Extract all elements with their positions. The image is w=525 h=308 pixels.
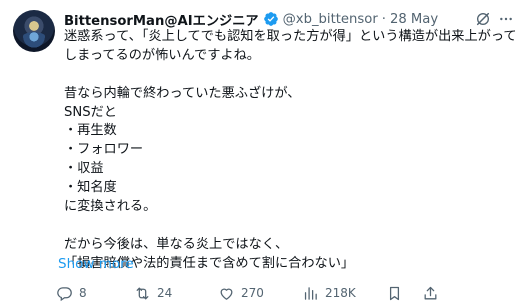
tweet-text-line: に変換される。: [64, 199, 157, 215]
tweet-header: BittensorMan@AIエンジニア @xb_bittensor · 28 …: [64, 9, 515, 29]
separator-dot: ·: [381, 11, 386, 27]
tweet-text: 迷惑系って、「炎上してでも認知を取った方が得」という構造が出来上がって しまってる…: [64, 28, 517, 274]
verified-badge-icon: [263, 12, 278, 26]
views-count: 218K: [325, 286, 356, 300]
action-bar: 8 24 270 218K: [56, 282, 517, 304]
tweet-text-line: だから今後は、単なる炎上ではなく、: [64, 236, 289, 252]
reply-count: 8: [79, 286, 87, 300]
tweet-text-line: ・再生数: [64, 123, 117, 139]
like-count: 270: [241, 286, 264, 300]
repost-button[interactable]: 24: [134, 282, 172, 304]
avatar-figure: [20, 32, 48, 48]
tweet-date[interactable]: 28 May: [390, 12, 438, 27]
bookmark-icon: [389, 286, 400, 300]
share-icon: [424, 286, 437, 299]
tweet-text-line: 昔なら内輪で終わっていた悪ふざけが、: [64, 85, 301, 101]
tweet-text-line: ・知名度: [64, 180, 117, 196]
views-button[interactable]: 218K: [302, 282, 356, 304]
author-handle[interactable]: @xb_bittensor: [283, 12, 378, 27]
grok-icon[interactable]: [475, 11, 491, 27]
repost-count: 24: [157, 286, 173, 300]
views-chart-icon: [304, 286, 317, 300]
avatar[interactable]: [13, 10, 55, 52]
more-options-icon[interactable]: [497, 11, 515, 27]
bookmark-button[interactable]: [386, 282, 403, 304]
tweet-text-line: ・フォロワー: [64, 142, 144, 158]
tweet-text-line: ・収益: [64, 161, 104, 177]
share-button[interactable]: [422, 282, 439, 304]
tweet-text-line: SNSだと: [64, 104, 117, 120]
reply-button[interactable]: 8: [56, 282, 87, 304]
show-more-link[interactable]: Show more: [58, 256, 134, 272]
author-name[interactable]: BittensorMan@AIエンジニア: [64, 10, 259, 29]
tweet-text-line: 迷惑系って、「炎上してでも認知を取った方が得」という構造が出来上がって: [64, 29, 517, 44]
tweet-text-line: しまってるのが怖いんですよね。: [64, 47, 260, 63]
like-button[interactable]: 270: [218, 282, 264, 304]
repost-icon: [136, 287, 149, 299]
heart-icon: [220, 288, 233, 300]
reply-icon: [57, 286, 72, 301]
